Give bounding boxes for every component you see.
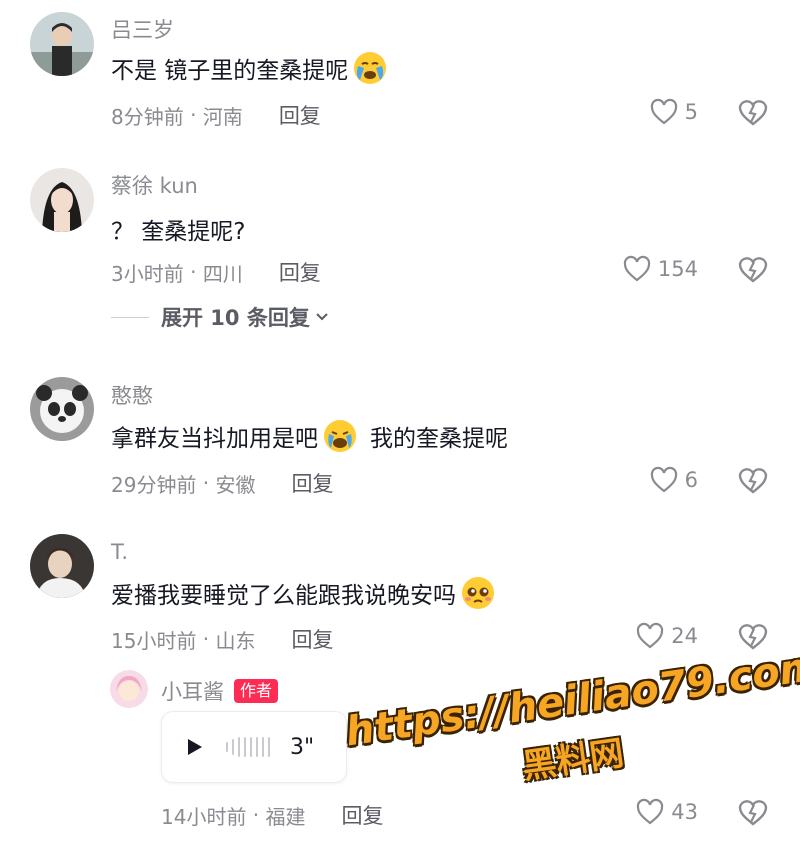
- avatar[interactable]: [30, 377, 94, 441]
- reply-button[interactable]: 回复: [279, 257, 321, 287]
- like-count: 154: [657, 257, 698, 281]
- meta-separator: ·: [196, 471, 216, 495]
- heart-icon: [623, 255, 651, 282]
- waveform-icon: [226, 737, 270, 757]
- avatar[interactable]: [30, 12, 94, 76]
- expand-replies-button[interactable]: 展开 10 条回复: [111, 302, 330, 332]
- avatar[interactable]: [110, 670, 148, 708]
- comment-meta: 15小时前 · 山东 回复: [111, 624, 334, 654]
- dislike-icon[interactable]: [736, 796, 770, 828]
- reply-username: 小耳酱: [161, 680, 224, 704]
- comment-location: 福建: [265, 804, 306, 829]
- comment-item: 吕三岁 不是 镜子里的奎桑提呢 8分钟前 · 河南 回复 5: [0, 0, 800, 150]
- like-button[interactable]: 5: [649, 98, 698, 126]
- comment-location: 河南: [202, 104, 243, 129]
- meta-separator: ·: [196, 627, 216, 651]
- like-button[interactable]: 6: [649, 466, 698, 494]
- heart-icon: [650, 466, 677, 493]
- comment-text: 不是 镜子里的奎桑提呢: [111, 50, 388, 86]
- like-count: 43: [671, 800, 698, 824]
- comment-time: 14小时前: [161, 804, 247, 829]
- comment-text-body: 不是 镜子里的奎桑提呢: [111, 58, 349, 84]
- comment-meta: 3小时前 · 四川 回复: [111, 257, 321, 287]
- expand-replies-label: 展开 10 条回复: [161, 306, 310, 330]
- comment-time: 8分钟前: [111, 104, 184, 129]
- comment-item: 憨憨 拿群友当抖加用是吧 我的奎桑提呢 29分钟前 · 安徽 回复 6: [0, 360, 800, 520]
- comment-location: 四川: [202, 261, 243, 286]
- reply-button[interactable]: 回复: [292, 624, 334, 654]
- meta-separator: ·: [183, 103, 203, 127]
- like-button[interactable]: 154: [622, 255, 698, 283]
- comment-text: 爱播我要睡觉了么能跟我说晚安吗: [111, 575, 496, 611]
- comment-text: ？ 奎桑提呢?: [111, 219, 246, 245]
- avatar[interactable]: [30, 534, 94, 598]
- comment-location: 安徽: [215, 472, 256, 497]
- meta-separator: ·: [246, 803, 266, 827]
- chevron-down-icon: [316, 313, 328, 321]
- voice-message[interactable]: 3": [161, 711, 347, 783]
- username[interactable]: 小耳酱 作者: [161, 676, 279, 706]
- dislike-icon[interactable]: [736, 253, 770, 285]
- comment-meta: 29分钟前 · 安徽 回复: [111, 468, 334, 498]
- meta-separator: ·: [183, 260, 203, 284]
- heart-icon: [650, 98, 677, 125]
- voice-duration: 3": [290, 734, 315, 760]
- comment-time: 29分钟前: [111, 472, 197, 497]
- comment-location: 山东: [215, 628, 256, 653]
- username[interactable]: 憨憨: [111, 380, 153, 410]
- like-count: 6: [684, 468, 698, 492]
- divider: [111, 316, 149, 318]
- comment-meta: 8分钟前 · 河南 回复: [111, 100, 321, 130]
- crying-face-icon: [352, 50, 388, 86]
- watermark-name: 黑料网: [519, 733, 627, 788]
- comment-text-body: 爱播我要睡觉了么能跟我说晚安吗: [111, 583, 456, 609]
- reply-button[interactable]: 回复: [292, 468, 334, 498]
- username[interactable]: 蔡徐 kun: [111, 170, 198, 200]
- author-badge: 作者: [234, 679, 279, 703]
- avatar[interactable]: [30, 168, 94, 232]
- pleading-face-icon: [460, 575, 496, 611]
- heart-icon: [637, 798, 664, 825]
- comment-meta: 14小时前 · 福建 回复: [161, 800, 384, 830]
- dislike-icon[interactable]: [736, 464, 770, 496]
- comment-text-before: 拿群友当抖加用是吧: [111, 426, 318, 452]
- reply-button[interactable]: 回复: [279, 100, 321, 130]
- comment-text: 拿群友当抖加用是吧 我的奎桑提呢: [111, 418, 508, 454]
- comment-time: 3小时前: [111, 261, 184, 286]
- play-icon[interactable]: [184, 737, 204, 757]
- like-count: 5: [684, 100, 698, 124]
- username[interactable]: T.: [111, 540, 128, 564]
- comment-text-after: 我的奎桑提呢: [370, 426, 508, 452]
- dislike-icon[interactable]: [736, 96, 770, 128]
- like-button[interactable]: 43: [635, 798, 698, 826]
- comment-time: 15小时前: [111, 628, 197, 653]
- crying-face-icon: [322, 418, 358, 454]
- username[interactable]: 吕三岁: [111, 14, 174, 44]
